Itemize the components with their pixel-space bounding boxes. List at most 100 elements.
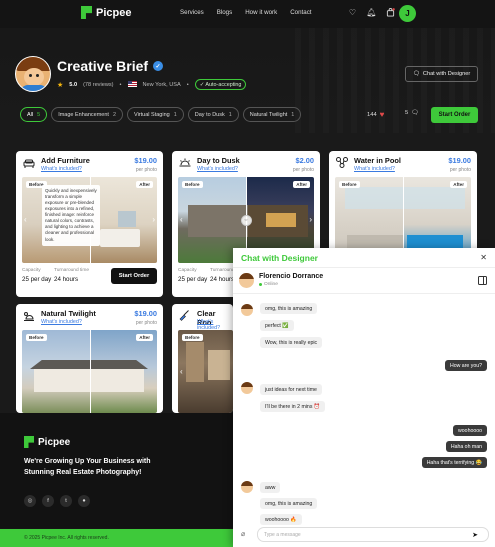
before-after-slider[interactable]: ⇔ Before After ‹ › Quickly and inexpensi… [22,177,157,263]
message-bubble: omg, this is amazing [260,303,318,314]
close-icon[interactable]: ✕ [480,253,487,262]
whats-included-link[interactable]: What's included? [41,319,82,325]
message-bubble: perfect ✅ [260,320,294,331]
chat-with-designer-button[interactable]: 🗨︎ Chat with Designer [405,66,478,82]
card-price: $19.00 [134,156,157,165]
footer-logo[interactable]: Picpee [24,436,70,448]
chevron-left-icon[interactable]: ‹ [180,215,183,224]
peer-status-text: Online [264,282,278,287]
message-input[interactable]: Type a message ➤ [257,527,489,542]
turnaround-value: 24 hours [54,276,79,283]
brand-logo[interactable]: Picpee [81,6,131,19]
us-flag-icon [127,80,137,89]
nav-link-how-it-work[interactable]: How it work [245,9,277,16]
message-bubble: Haha oh man [445,441,487,452]
card-price: $2.00 [295,156,315,165]
filter-chip-all[interactable]: All 5 [20,107,48,122]
service-card-clear-room: Clear Roo What's included? Before ‹ [172,304,233,413]
cart-icon[interactable] [385,7,396,18]
profile-meta: ★ 5.0 (78 reviews) • New York, USA • ✓ A… [57,79,247,90]
nav-link-contact[interactable]: Contact [290,9,311,16]
picpee-logo-icon [24,436,34,448]
slider-handle-icon[interactable]: ⇔ [240,214,252,226]
chevron-left-icon[interactable]: ‹ [24,215,27,224]
verified-icon: ✓ [153,61,164,71]
filter-chip-natural-twilight[interactable]: Natural Twilight 1 [242,107,302,122]
paperclip-icon[interactable]: ⌀ [241,530,245,538]
card-title: Water in Pool [354,156,401,165]
instagram-icon[interactable]: ◎ [24,495,36,507]
twilight-icon [22,309,35,322]
separator-dot: • [119,81,122,88]
heart-icon[interactable]: ♡ [347,7,358,18]
nav-link-blogs[interactable]: Blogs [217,9,232,16]
sender-avatar [241,382,253,394]
card-price-unit: per photo [449,167,471,173]
favorites-counter[interactable]: 144 ♥ [367,110,384,119]
peer-name: Florencio Dorrance [259,273,324,280]
top-nav: Picpee Services Blogs How it work Contac… [0,0,495,28]
chevron-right-icon[interactable]: › [152,215,155,224]
footer-brand-name: Picpee [38,436,71,448]
card-price: $19.00 [134,309,157,318]
nav-icons: ♡ 🔔︎ [347,7,396,18]
page-title-text: Creative Brief [57,58,149,74]
card-price-unit: per photo [135,320,157,326]
sender-avatar [241,304,253,316]
copyright-text: © 2025 Picpee Inc. All rights reserved. [24,535,109,541]
bell-icon[interactable]: 🔔︎ [366,7,377,18]
message-icon: 🗨︎ [411,110,419,116]
nav-links: Services Blogs How it work Contact [180,9,312,16]
filter-chip-virtual-staging[interactable]: Virtual Staging 1 [127,107,184,122]
molecule-icon [335,156,348,169]
chip-count: 1 [291,111,295,118]
message-bubble: I'll be there in 2 mins ⏰ [260,401,326,412]
twitter-icon[interactable]: t [60,495,72,507]
filter-chips: All 5 Image Enhancement 2 Virtual Stagin… [20,107,302,122]
chip-label: Day to Dusk [194,111,225,118]
before-after-slider[interactable]: Before After [22,330,157,413]
whats-included-link[interactable]: What's included? [41,166,82,172]
messages-counter[interactable]: 5 🗨︎ [405,110,419,116]
message-bubble: just ideas for next time [260,384,322,395]
card-price-unit: per photo [292,167,314,173]
message-bubble: Wow, this is really epic [260,337,323,348]
review-count[interactable]: (78 reviews) [83,82,113,88]
whats-included-link[interactable]: What's included? [354,166,395,172]
card-title: Day to Dusk [197,156,240,165]
sidebar-toggle-icon[interactable] [478,276,487,285]
chip-count: 5 [37,111,41,118]
card-price: $19.00 [448,156,471,165]
start-order-button[interactable]: Start Order [431,107,478,123]
social-links: ◎ f t ● [24,495,90,507]
github-icon[interactable]: ● [78,495,90,507]
before-after-slider[interactable]: Before ‹ [178,330,233,413]
after-tag: After [293,181,310,188]
send-icon[interactable]: ➤ [472,531,478,539]
chevron-left-icon[interactable]: ‹ [180,367,183,376]
user-avatar[interactable]: J [399,5,416,22]
after-tag: After [136,181,153,188]
chat-title: Chat with Designer [241,253,318,263]
filter-chip-image-enhancement[interactable]: Image Enhancement 2 [51,107,124,122]
card-start-order-button[interactable]: Start Order [111,268,157,284]
message-bubble: How are you? [444,360,487,371]
facebook-icon[interactable]: f [42,495,54,507]
service-card-add-furniture: Add Furniture What's included? $19.00 pe… [16,151,163,297]
auto-accepting-badge: ✓ Auto-accepting [194,79,247,90]
before-tag: Before [182,181,203,188]
chevron-right-icon[interactable]: › [309,215,312,224]
capacity-value: 25 per day [22,276,52,283]
message-input-placeholder: Type a message [264,531,301,538]
page-title: Creative Brief ✓ [57,58,164,74]
peer-status: Online [259,282,278,287]
after-tag: After [450,181,467,188]
filter-chip-day-to-dusk[interactable]: Day to Dusk 1 [187,107,239,122]
whats-included-link[interactable]: What's included? [197,166,238,172]
separator-dot: • [186,81,189,88]
card-title: Natural Twilight [41,309,96,318]
sender-avatar [241,481,253,493]
nav-link-services[interactable]: Services [180,9,204,16]
card-price-unit: per photo [135,167,157,173]
star-icon: ★ [57,81,64,89]
